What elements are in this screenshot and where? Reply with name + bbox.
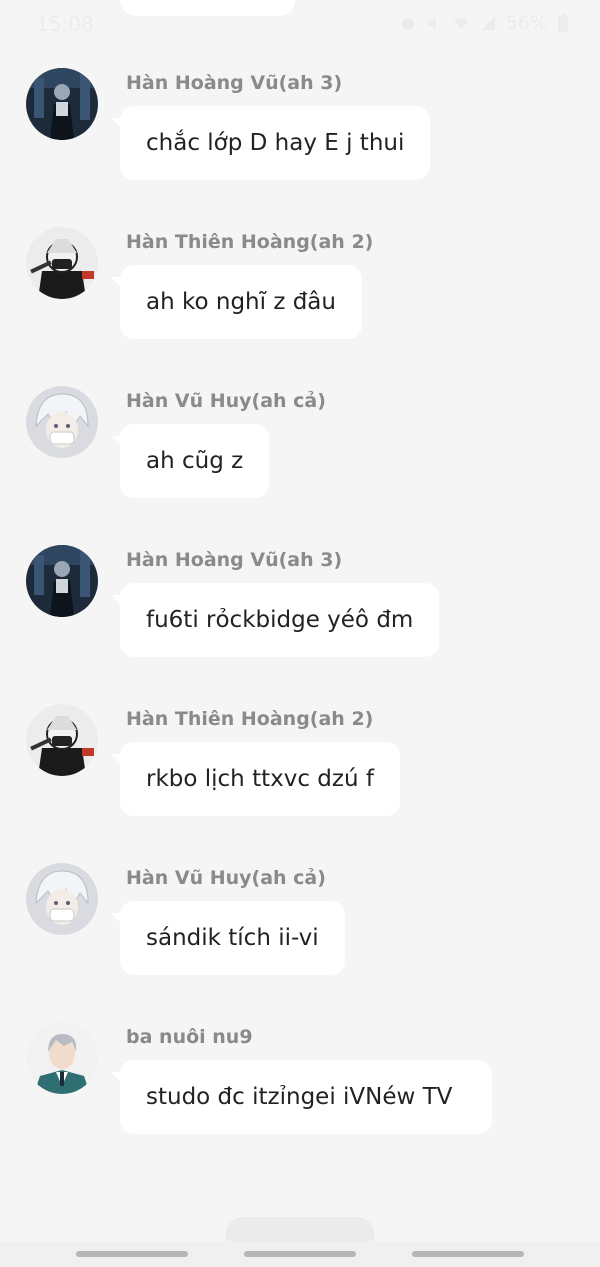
message-item: ba nuôi nu9 studo đc itzỉngei iVNéw TV — [0, 1022, 600, 1212]
nav-home-button[interactable] — [244, 1251, 356, 1257]
message-text: ah cũg z — [146, 448, 244, 474]
white-hair-anime-avatar-icon — [26, 386, 98, 458]
navigation-bar — [0, 1241, 600, 1267]
white-hair-anime-avatar-icon — [26, 863, 98, 935]
avatar[interactable] — [26, 704, 98, 776]
message-list[interactable]: Hàn Hoàng Vũ(ah 3) chắc lớp D hay E j th… — [0, 68, 600, 1212]
nav-recents-button[interactable] — [76, 1251, 188, 1257]
sender-name: Hàn Vũ Huy(ah cả) — [126, 390, 326, 412]
message-bubble[interactable]: fu6ti rỏckbidge yéô đm — [110, 583, 440, 657]
dark-figure-avatar-icon — [26, 68, 98, 140]
message-bubble[interactable]: sándik tích ii-vi — [111, 901, 345, 975]
avatar[interactable] — [26, 68, 98, 140]
message-item: Hàn Vũ Huy(ah cả) sándik tích ii-vi — [0, 863, 600, 1022]
battery-icon — [558, 14, 568, 32]
message-text: rkbo lịch ttxvc dzú f — [146, 766, 374, 792]
avatar[interactable] — [26, 386, 98, 458]
sender-name: Hàn Thiên Hoàng(ah 2) — [126, 708, 374, 730]
avatar[interactable] — [26, 545, 98, 617]
message-item: Hàn Hoàng Vũ(ah 3) fu6ti rỏckbidge yéô đ… — [0, 545, 600, 704]
status-icons: 56% — [400, 12, 568, 34]
sender-name: Hàn Thiên Hoàng(ah 2) — [126, 231, 374, 253]
sender-name: Hàn Hoàng Vũ(ah 3) — [126, 549, 343, 571]
message-item: Hàn Hoàng Vũ(ah 3) chắc lớp D hay E j th… — [0, 68, 600, 227]
message-item: Hàn Vũ Huy(ah cả) ah cũg z — [0, 386, 600, 545]
message-item: Hàn Thiên Hoàng(ah 2) ah ko nghĩ z đâu — [0, 227, 600, 386]
masked-anime-avatar-icon — [26, 227, 98, 299]
nav-back-button[interactable] — [412, 1251, 524, 1257]
message-text: fu6ti rỏckbidge yéô đm — [146, 607, 414, 633]
status-time: 15:08 — [36, 12, 94, 36]
message-bubble[interactable]: rkbo lịch ttxvc dzú f — [111, 742, 400, 816]
alarm-icon — [401, 18, 414, 30]
status-bar: 15:08 56% — [0, 0, 600, 48]
mute-icon — [427, 17, 436, 29]
sender-name: ba nuôi nu9 — [126, 1026, 253, 1048]
message-bubble[interactable]: chắc lớp D hay E j thui — [110, 106, 431, 180]
sender-name: Hàn Vũ Huy(ah cả) — [126, 867, 326, 889]
previous-message-bubble — [120, 0, 295, 16]
message-bubble[interactable]: studo đc itzỉngei iVNéw TV — [111, 1060, 492, 1134]
masked-anime-avatar-icon — [26, 704, 98, 776]
message-text: sándik tích ii-vi — [146, 925, 319, 951]
dark-figure-avatar-icon — [26, 545, 98, 617]
avatar[interactable] — [26, 1022, 98, 1094]
message-text: chắc lớp D hay E j thui — [146, 130, 405, 156]
sender-name: Hàn Hoàng Vũ(ah 3) — [126, 72, 343, 94]
message-text: studo đc itzỉngei iVNéw TV — [146, 1084, 453, 1110]
message-item: Hàn Thiên Hoàng(ah 2) rkbo lịch ttxvc dz… — [0, 704, 600, 863]
avatar[interactable] — [26, 863, 98, 935]
wifi-icon — [453, 18, 468, 29]
message-text: ah ko nghĩ z đâu — [146, 289, 336, 315]
grey-hair-suit-avatar-icon — [26, 1022, 98, 1094]
message-bubble[interactable]: ah ko nghĩ z đâu — [111, 265, 362, 339]
battery-percent: 56% — [505, 12, 548, 34]
message-bubble[interactable]: ah cũg z — [110, 424, 270, 498]
signal-icon — [480, 16, 495, 30]
avatar[interactable] — [26, 227, 98, 299]
